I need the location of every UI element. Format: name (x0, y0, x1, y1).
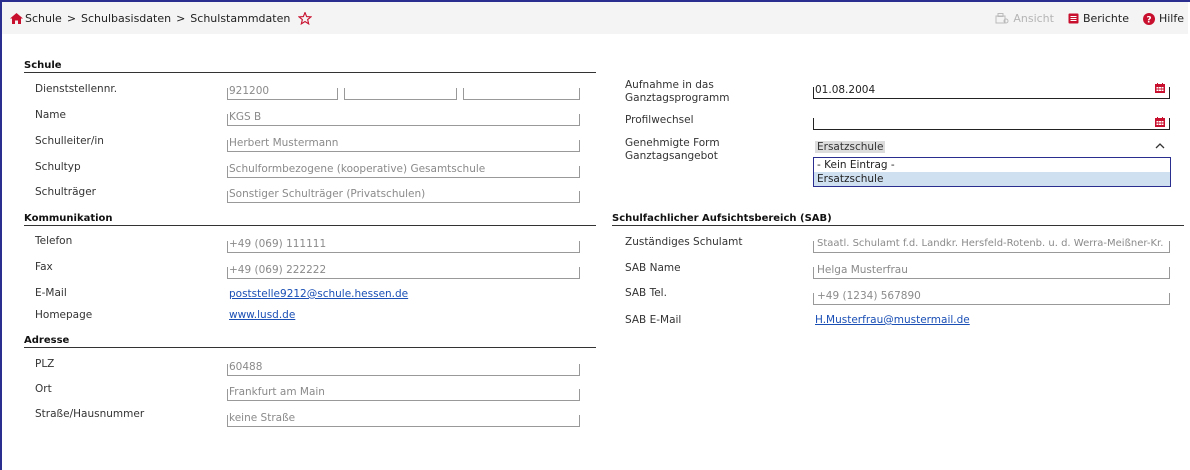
breadcrumb-item-schule[interactable]: Schule (25, 12, 62, 25)
aufnahme-label: Aufnahme in das Ganztagsprogramm (625, 79, 729, 105)
strasse-label: Straße/Hausnummer (35, 408, 145, 420)
section-divider (612, 225, 1184, 226)
aufnahme-label-line1: Aufnahme in das (625, 79, 714, 91)
dienststellennr-label: Dienststellennr. (35, 83, 118, 95)
home-icon[interactable] (10, 13, 23, 24)
sab-tel-label: SAB Tel. (625, 287, 667, 299)
schultraeger-field[interactable] (227, 191, 580, 203)
breadcrumb-item-schulstammdaten: Schulstammdaten (190, 12, 291, 25)
ort-label: Ort (35, 383, 52, 395)
schulleiter-field[interactable] (227, 140, 580, 152)
report-icon (1068, 13, 1079, 24)
sab-name-field[interactable] (813, 267, 1170, 279)
section-divider (24, 347, 596, 348)
aufnahme-field[interactable] (813, 87, 1170, 99)
ansicht-label: Ansicht (1013, 12, 1054, 25)
section-title-kommunikation: Kommunikation (24, 213, 113, 224)
sab-name-label: SAB Name (625, 262, 681, 274)
dropdown-option-ersatzschule[interactable]: Ersatzschule (814, 172, 1170, 186)
sab-tel-field[interactable] (813, 293, 1170, 305)
form-label-line1: Genehmigte Form (625, 137, 720, 149)
dienststellennr-field-2[interactable] (344, 88, 457, 100)
section-title-adresse: Adresse (24, 335, 70, 346)
fax-label: Fax (35, 261, 53, 273)
dropdown-option-kein-eintrag[interactable]: - Kein Eintrag - (814, 158, 1170, 172)
calendar-icon[interactable] (1155, 83, 1165, 93)
email-label: E-Mail (35, 287, 67, 299)
calendar-icon[interactable] (1155, 117, 1165, 127)
aufnahme-label-line2: Ganztagsprogramm (625, 92, 730, 104)
profilwechsel-field[interactable] (813, 118, 1170, 130)
breadcrumb: Schule > Schulbasisdaten > Schulstammdat… (10, 12, 313, 25)
form-label: Genehmigte Form Ganztagsangebot (625, 137, 720, 163)
hilfe-label: Hilfe (1158, 12, 1184, 25)
dienststellennr-field-3[interactable] (463, 88, 580, 100)
plz-label: PLZ (35, 358, 55, 370)
top-bar: Schule > Schulbasisdaten > Schulstammdat… (2, 2, 1188, 34)
chevron-up-icon[interactable] (1155, 142, 1165, 150)
email-link[interactable]: poststelle9212@schule.hessen.de (229, 288, 408, 300)
strasse-field[interactable] (227, 415, 580, 427)
star-icon[interactable] (298, 12, 313, 25)
schulamt-field[interactable] (813, 241, 1170, 253)
schultraeger-label: Schulträger (35, 186, 96, 198)
fax-field[interactable] (227, 267, 580, 279)
telefon-label: Telefon (35, 235, 73, 247)
window-frame (0, 0, 1190, 470)
name-field[interactable] (227, 114, 580, 126)
homepage-label: Homepage (35, 309, 93, 321)
form-label-line2: Ganztagsangebot (625, 150, 718, 162)
schulamt-label: Zuständiges Schulamt (625, 236, 743, 248)
schultyp-label: Schultyp (35, 161, 81, 173)
section-divider (24, 72, 596, 73)
ort-field[interactable] (227, 389, 580, 401)
svg-text:?: ? (1146, 15, 1151, 25)
section-title-schule: Schule (24, 60, 62, 71)
berichte-button[interactable]: Berichte (1068, 12, 1129, 25)
help-icon: ? (1142, 12, 1155, 25)
telefon-field[interactable] (227, 241, 580, 253)
ansicht-button[interactable]: Ansicht (995, 12, 1054, 25)
plz-field[interactable] (227, 364, 580, 376)
breadcrumb-item-schulbasisdaten[interactable]: Schulbasisdaten (81, 12, 171, 25)
hilfe-button[interactable]: ? Hilfe (1142, 12, 1184, 25)
name-label: Name (35, 109, 66, 121)
breadcrumb-separator: > (66, 12, 77, 25)
schulleiter-label: Schulleiter/in (35, 135, 104, 147)
profilwechsel-label: Profilwechsel (625, 114, 694, 126)
section-divider (24, 225, 596, 226)
sab-email-link[interactable]: H.Musterfrau@mustermail.de (815, 314, 970, 326)
sab-email-label: SAB E-Mail (625, 314, 682, 326)
homepage-link[interactable]: www.lusd.de (229, 309, 295, 321)
breadcrumb-separator: > (176, 12, 186, 25)
toolbar: Ansicht Berichte ? Hilfe (995, 12, 1184, 25)
form-select-value[interactable]: Ersatzschule (815, 141, 886, 153)
form-select-dropdown: - Kein Eintrag - Ersatzschule (813, 157, 1171, 187)
dienststellennr-field[interactable] (227, 88, 338, 100)
print-preview-icon (995, 13, 1009, 24)
schultyp-field[interactable] (227, 166, 580, 178)
berichte-label: Berichte (1082, 12, 1129, 25)
section-title-sab: Schulfachlicher Aufsichtsbereich (SAB) (612, 213, 832, 224)
